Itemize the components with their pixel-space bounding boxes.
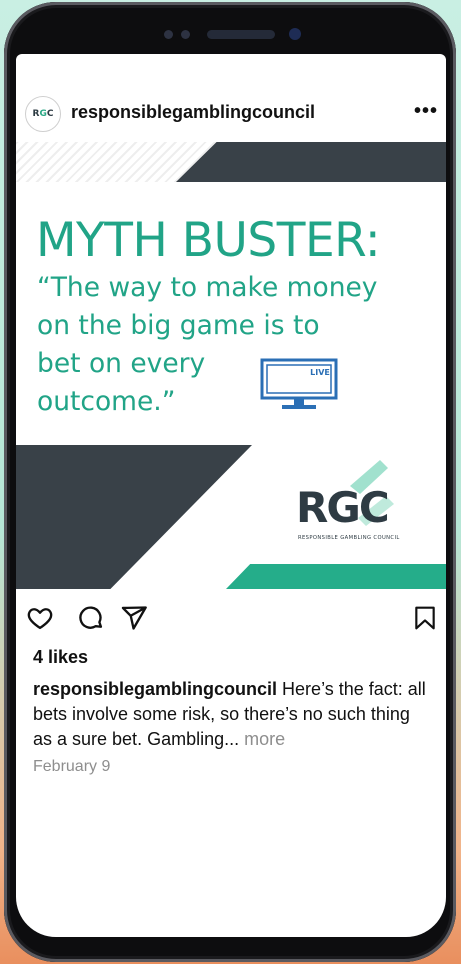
rgc-logo: RGC RESPONSIBLE GAMBLING COUNCIL [296, 460, 400, 541]
myth-buster-headline: MYTH BUSTER: [36, 213, 381, 268]
myth-quote: “The way to make money on the big game i… [37, 272, 378, 417]
top-dark-band [176, 142, 446, 182]
caption-more-link[interactable]: more [244, 729, 285, 749]
comment-icon[interactable] [77, 604, 105, 632]
caption-username[interactable]: responsiblegamblingcouncil [33, 679, 277, 699]
post-caption: responsiblegamblingcouncil Here’s the fa… [33, 677, 433, 752]
live-tv-icon: LIVE [260, 358, 338, 409]
rgc-logo-subtitle: RESPONSIBLE GAMBLING COUNCIL [298, 535, 400, 541]
post-header: RGC responsiblegamblingcouncil ••• [16, 54, 446, 142]
bottom-green-band [226, 564, 446, 589]
sensor-dot [181, 30, 190, 39]
phone-frame: RGC responsiblegamblingcouncil ••• MYTH … [4, 2, 456, 962]
front-camera [289, 28, 301, 40]
post-actions [16, 601, 446, 635]
heart-icon[interactable] [26, 604, 54, 632]
bookmark-icon[interactable] [412, 604, 438, 632]
post-date: February 9 [33, 758, 111, 775]
earpiece-speaker [207, 30, 275, 39]
phone-notch [4, 2, 456, 60]
likes-count[interactable]: 4 likes [33, 647, 88, 668]
live-badge: LIVE [310, 368, 330, 377]
post-image[interactable]: MYTH BUSTER: “The way to make money on t… [16, 142, 446, 589]
post-username[interactable]: responsiblegamblingcouncil [71, 102, 315, 123]
rgc-logo-text: RGC [296, 483, 388, 532]
avatar[interactable]: RGC [25, 96, 61, 132]
bottom-dark-triangle [16, 445, 252, 589]
more-options-icon[interactable]: ••• [414, 100, 438, 123]
sensor-dot [164, 30, 173, 39]
rgc-avatar-icon: RGC [32, 109, 54, 119]
send-icon[interactable] [120, 604, 148, 632]
instagram-post-screen: RGC responsiblegamblingcouncil ••• MYTH … [16, 54, 446, 937]
